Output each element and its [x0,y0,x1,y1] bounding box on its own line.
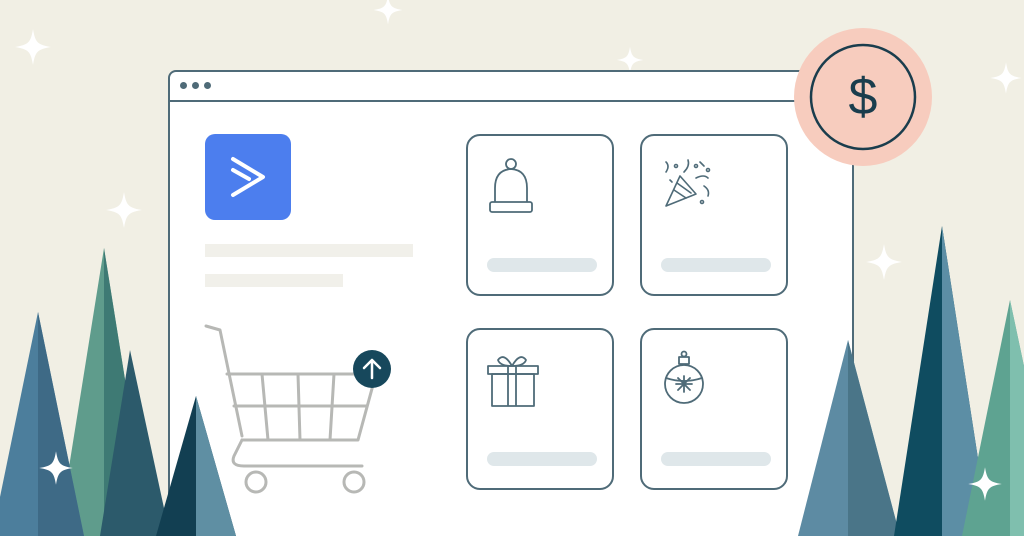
pine-trees [0,226,1024,536]
illustration-scene: $ [0,0,1024,536]
